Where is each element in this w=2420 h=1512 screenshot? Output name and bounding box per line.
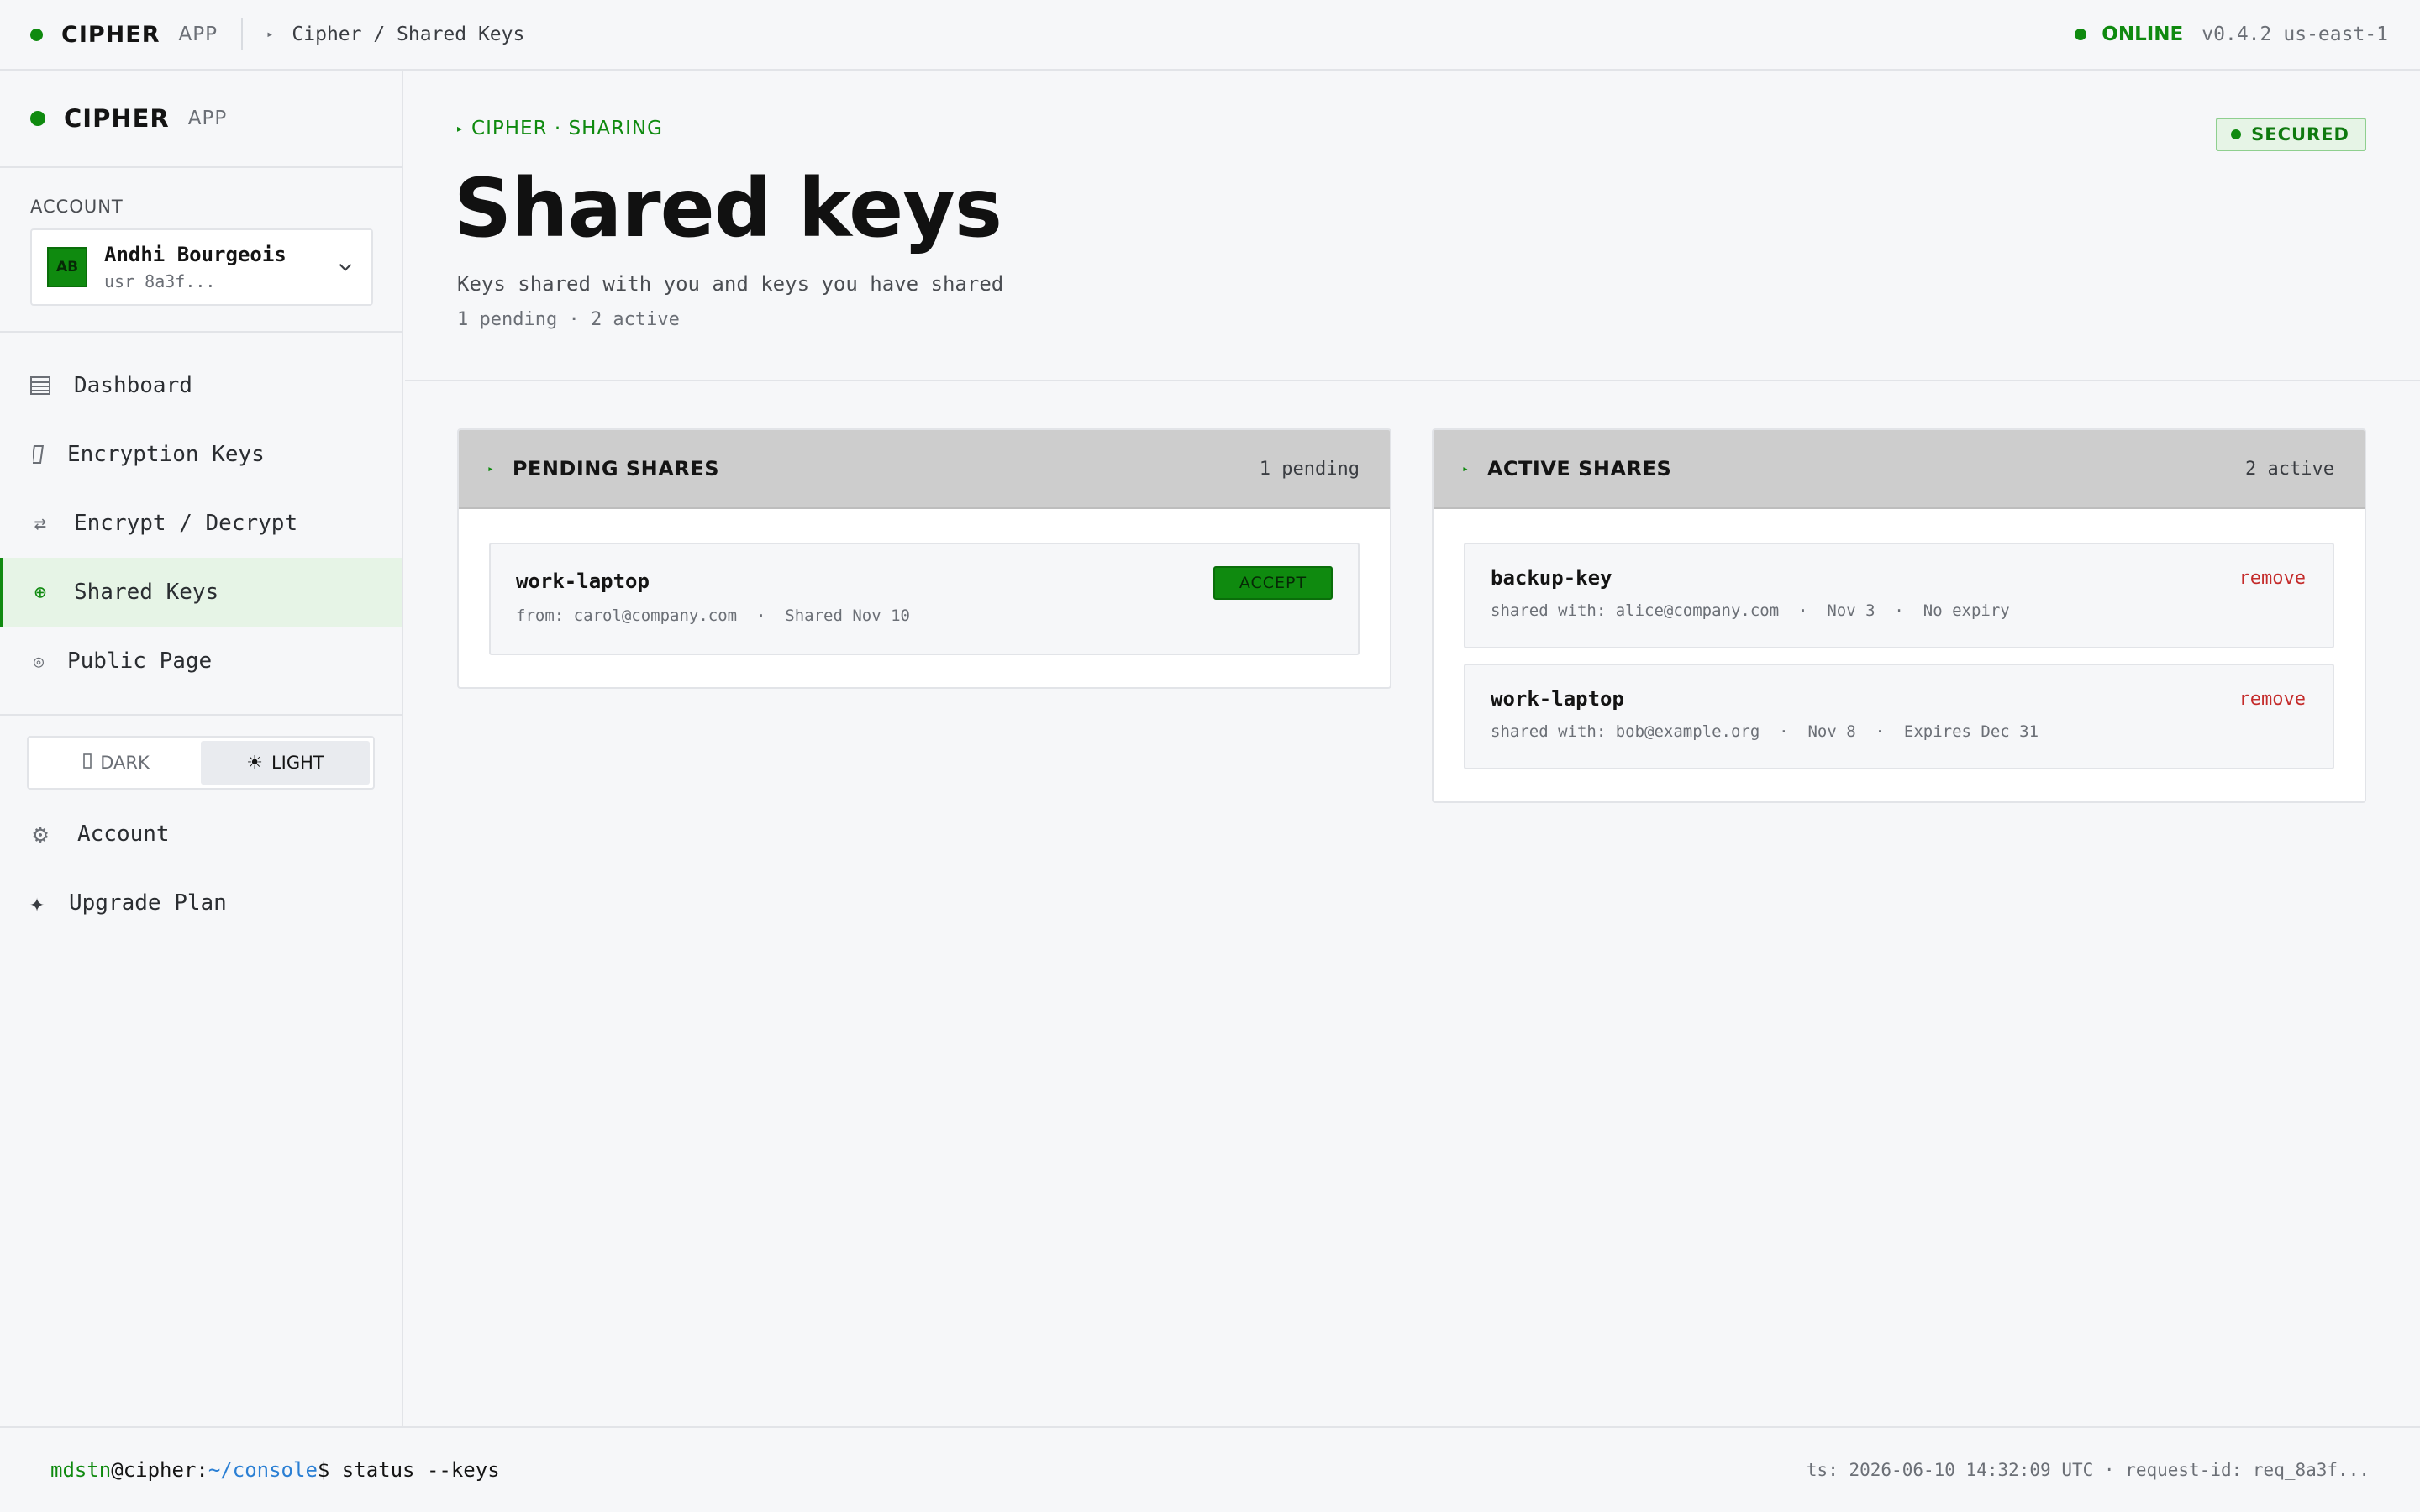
gear-icon: ⚙ [32, 819, 49, 849]
collapse-arrow-icon: ▸ [1462, 462, 1469, 475]
active-shares-body: backup-key shared with: alice@company.co… [1434, 509, 2365, 801]
breadcrumb-arrow-icon: ▸ [266, 28, 274, 41]
prompt-user: mdstn [50, 1458, 112, 1482]
brand-dot-icon [30, 28, 43, 41]
list-item: work-laptop from: carol@company.com · Sh… [489, 543, 1360, 655]
panel-count: 1 pending [1259, 458, 1360, 480]
key-icon [27, 445, 50, 464]
share-key-name: work-laptop [516, 570, 650, 593]
sidebar-brand-suffix: APP [187, 108, 228, 129]
prompt-symbol: $ [317, 1458, 330, 1482]
accept-button[interactable]: ACCEPT [1213, 566, 1333, 600]
kicker-text: CIPHER · SHARING [471, 118, 663, 139]
account-id: usr_8a3f... [104, 271, 216, 291]
list-item: backup-key shared with: alice@company.co… [1464, 543, 2334, 648]
page-title: Shared keys [454, 161, 1002, 255]
theme-light-label: LIGHT [271, 753, 324, 773]
page-header: ▸ CIPHER · SHARING Shared keys Keys shar… [405, 71, 2420, 381]
main-content: ▸ CIPHER · SHARING Shared keys Keys shar… [405, 71, 2420, 1426]
top-bar: CIPHER APP ▸ Cipher / Shared Keys ONLINE… [0, 0, 2420, 71]
share-meta: from: carol@company.com · Shared Nov 10 [516, 606, 910, 625]
account-name: Andhi Bourgeois [104, 243, 287, 266]
brand-dot-icon [30, 111, 45, 126]
pending-shares-header[interactable]: ▸ PENDING SHARES 1 pending [459, 430, 1390, 509]
share-key-name: backup-key [1491, 566, 1612, 590]
sidebar-item-label: Account [77, 822, 170, 847]
active-shares-panel: ▸ ACTIVE SHARES 2 active backup-key shar… [1432, 428, 2366, 803]
sun-icon: ☀ [246, 752, 263, 774]
sidebar-item-encryption-keys[interactable]: Encryption Keys [0, 420, 402, 489]
dashboard-icon [29, 376, 52, 395]
collapse-arrow-icon: ▸ [487, 462, 494, 475]
request-meta: ts: 2026-06-10 14:32:09 UTC · request-id… [1806, 1460, 2370, 1480]
version-label: v0.4.2 [2202, 24, 2272, 45]
panel-title: PENDING SHARES [512, 457, 719, 480]
sidebar-item-label: Public Page [67, 648, 213, 674]
topbar-brand[interactable]: CIPHER APP [0, 22, 218, 48]
panel-title: ACTIVE SHARES [1486, 457, 1672, 480]
secured-dot-icon [2231, 129, 2242, 139]
remove-button[interactable]: remove [2239, 568, 2306, 589]
sidebar-item-encrypt-decrypt[interactable]: ⇄ Encrypt / Decrypt [0, 489, 402, 558]
prompt-command: status --keys [341, 1458, 500, 1482]
sidebar-item-shared-keys[interactable]: ⊕ Shared Keys [0, 558, 402, 627]
account-label: ACCOUNT [30, 197, 124, 217]
share-meta: shared with: bob@example.org · Nov 8 · E… [1491, 722, 2039, 741]
online-dot-icon [2075, 29, 2087, 40]
status-badge: SECURED [2216, 118, 2366, 151]
panel-count: 2 active [2245, 458, 2334, 480]
topbar-divider [240, 18, 243, 50]
sidebar-item-account[interactable]: ⚙ Account [0, 800, 402, 869]
sidebar-item-upgrade-plan[interactable]: ✦ Upgrade Plan [0, 869, 402, 937]
online-status: ONLINE [2102, 24, 2184, 45]
chevron-down-icon [339, 263, 352, 271]
share-meta: shared with: alice@company.com · Nov 3 ·… [1491, 601, 2010, 620]
sparkle-icon: ✦ [29, 888, 45, 918]
share-icon: ⊕ [34, 580, 47, 604]
sidebar-item-label: Encrypt / Decrypt [74, 511, 298, 536]
brand-suffix: APP [178, 24, 218, 45]
terminal-footer: mdstn@cipher:~/console$ status --keys ts… [0, 1426, 2420, 1512]
avatar: AB [47, 247, 87, 287]
account-switcher[interactable]: AB Andhi Bourgeois usr_8a3f... [30, 228, 373, 306]
account-text: Andhi Bourgeois usr_8a3f... [104, 243, 334, 291]
pending-shares-panel: ▸ PENDING SHARES 1 pending work-laptop f… [457, 428, 1392, 689]
sidebar-brand-name: CIPHER [64, 104, 170, 133]
theme-dark-option[interactable]: DARK [32, 741, 201, 785]
sidebar: CIPHER APP ACCOUNT AB Andhi Bourgeois us… [0, 71, 403, 1426]
prompt-path: ~/console [208, 1458, 318, 1482]
sidebar-bottom-nav: ⚙ Account ✦ Upgrade Plan [0, 790, 402, 937]
sidebar-item-public-page[interactable]: ◎ Public Page [0, 627, 402, 696]
sidebar-item-label: Shared Keys [74, 580, 219, 605]
theme-toggle: DARK ☀ LIGHT [27, 736, 375, 790]
list-item: work-laptop shared with: bob@example.org… [1464, 664, 2334, 769]
page-kicker: ▸ CIPHER · SHARING [457, 118, 663, 139]
sidebar-brand[interactable]: CIPHER APP [0, 71, 402, 168]
theme-dark-label: DARK [100, 753, 150, 773]
status-badge-label: SECURED [2251, 124, 2349, 144]
page-counts: 1 pending · 2 active [457, 309, 680, 330]
moon-icon [83, 753, 92, 773]
page-subtitle: Keys shared with you and keys you have s… [457, 272, 1004, 296]
sidebar-item-label: Dashboard [74, 373, 192, 398]
breadcrumb: Cipher / Shared Keys [292, 24, 525, 45]
region-label: us-east-1 [2283, 24, 2388, 45]
sidebar-item-dashboard[interactable]: Dashboard [0, 351, 402, 420]
brand-name: CIPHER [61, 21, 160, 48]
account-section: ACCOUNT AB Andhi Bourgeois usr_8a3f... [0, 168, 402, 333]
sidebar-item-label: Encryption Keys [67, 442, 265, 467]
globe-icon: ◎ [33, 651, 45, 671]
remove-button[interactable]: remove [2239, 689, 2306, 710]
sidebar-nav: Dashboard Encryption Keys ⇄ Encrypt / De… [0, 333, 402, 716]
pending-shares-body: work-laptop from: carol@company.com · Sh… [459, 509, 1390, 687]
topbar-status: ONLINE v0.4.2 us-east-1 [2075, 24, 2420, 45]
share-key-name: work-laptop [1491, 687, 1624, 711]
active-shares-header[interactable]: ▸ ACTIVE SHARES 2 active [1434, 430, 2365, 509]
sidebar-item-label: Upgrade Plan [69, 890, 227, 916]
terminal-prompt[interactable]: mdstn@cipher:~/console$ status --keys [50, 1458, 500, 1482]
swap-icon: ⇄ [34, 512, 47, 535]
theme-light-option[interactable]: ☀ LIGHT [201, 741, 370, 785]
kicker-arrow-icon: ▸ [457, 123, 464, 134]
prompt-host: @cipher: [111, 1458, 208, 1482]
